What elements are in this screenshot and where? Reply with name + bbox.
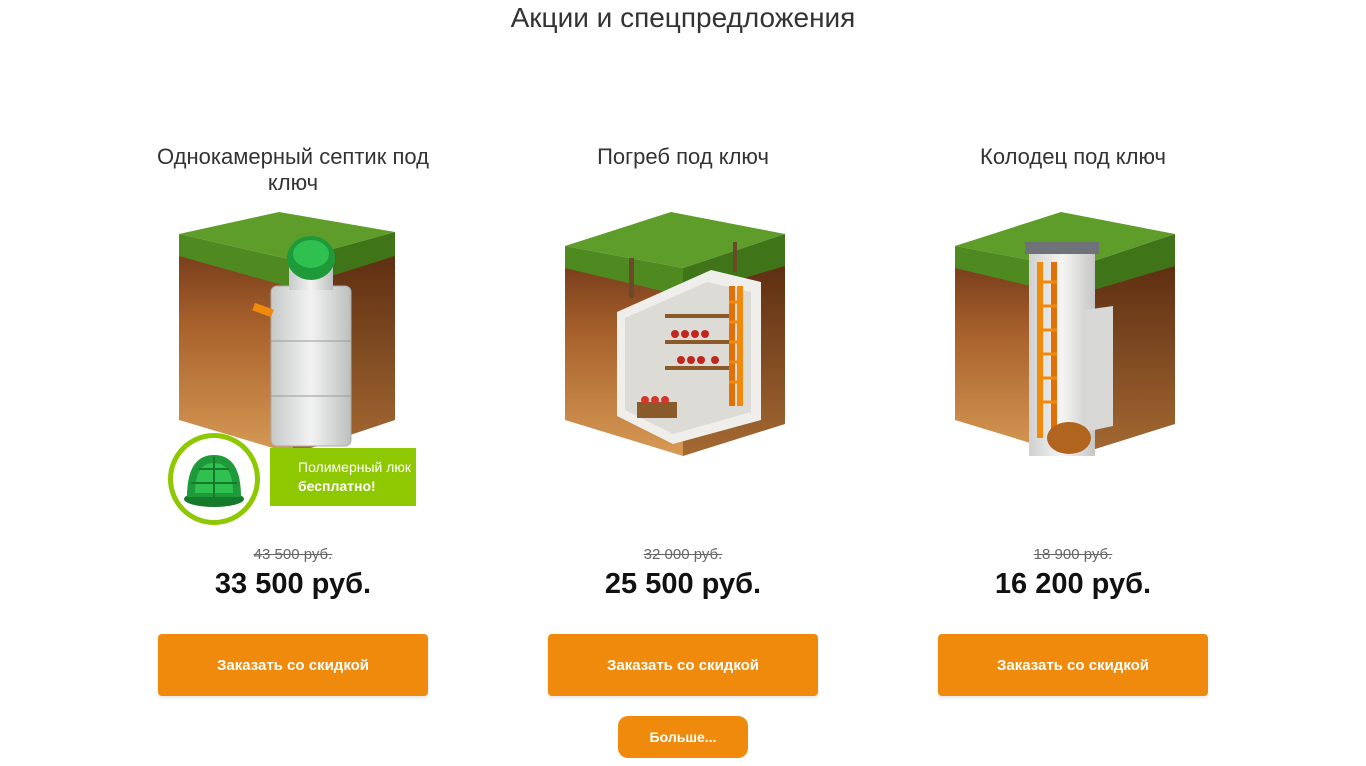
promo-line2: бесплатно!	[298, 478, 376, 494]
new-price: 16 200 руб.	[994, 568, 1152, 600]
order-discount-button[interactable]: Заказать со скидкой	[938, 634, 1208, 696]
old-price: 32 000 руб.	[643, 546, 723, 563]
order-discount-button[interactable]: Заказать со скидкой	[158, 634, 428, 696]
offer-title: Однокамерный септик под ключ	[157, 144, 429, 195]
old-price: 43 500 руб.	[253, 546, 333, 563]
old-price: 18 900 руб.	[1033, 546, 1113, 563]
new-price: 25 500 руб.	[604, 568, 762, 600]
well-illustration	[923, 206, 1223, 526]
new-price: 33 500 руб.	[214, 568, 372, 600]
promo-line1: Полимерный люк	[298, 459, 412, 475]
offer-title: Погреб под ключ	[597, 144, 769, 169]
promo-badge: Полимерный люк бесплатно!	[270, 448, 416, 506]
offer-title: Колодец под ключ	[980, 144, 1166, 169]
offer-card-cellar: Погреб под ключ 32 000 руб. 25 500 руб. …	[533, 140, 833, 696]
promo-block: Полимерный люк бесплатно!	[168, 433, 418, 525]
offer-card-septic: Однокамерный септик под ключ Полимерный …	[143, 140, 443, 696]
polymer-hatch-icon	[168, 433, 260, 525]
cellar-illustration	[533, 206, 833, 526]
order-discount-button[interactable]: Заказать со скидкой	[548, 634, 818, 696]
section-title: Акции и спецпредложения	[510, 2, 856, 33]
more-button[interactable]: Больше...	[618, 716, 748, 758]
offer-card-well: Колодец под ключ 18 900 руб. 16 200 руб.…	[923, 140, 1223, 696]
